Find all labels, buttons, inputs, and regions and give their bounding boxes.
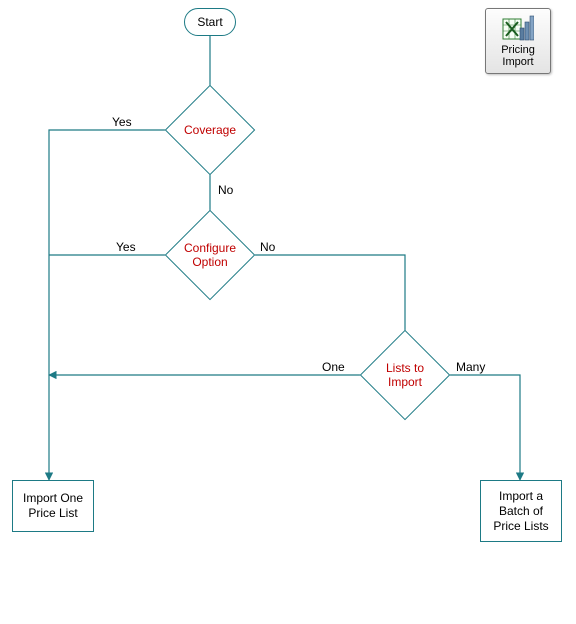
edge-configure-no: No — [260, 240, 275, 254]
decision-configure: Configure Option — [178, 223, 242, 287]
pricing-import-label-line2: Import — [502, 56, 533, 68]
decision-coverage: Coverage — [178, 98, 242, 162]
edge-lists-one: One — [322, 360, 345, 374]
decision-lists: Lists to Import — [373, 343, 437, 407]
edge-lists-many: Many — [456, 360, 485, 374]
process-import-batch: Import a Batch of Price Lists — [480, 480, 562, 542]
process-import-batch-label: Import a Batch of Price Lists — [493, 489, 548, 534]
excel-chart-icon — [502, 14, 534, 42]
edge-configure-yes: Yes — [116, 240, 136, 254]
process-import-one: Import One Price List — [12, 480, 94, 532]
pricing-import-button[interactable]: Pricing Import — [485, 8, 551, 74]
process-import-one-label: Import One Price List — [23, 491, 83, 521]
start-terminator: Start — [184, 8, 236, 36]
edge-coverage-no: No — [218, 183, 233, 197]
pricing-import-label-line1: Pricing — [501, 44, 535, 56]
edge-coverage-yes: Yes — [112, 115, 132, 129]
start-label: Start — [197, 15, 222, 30]
